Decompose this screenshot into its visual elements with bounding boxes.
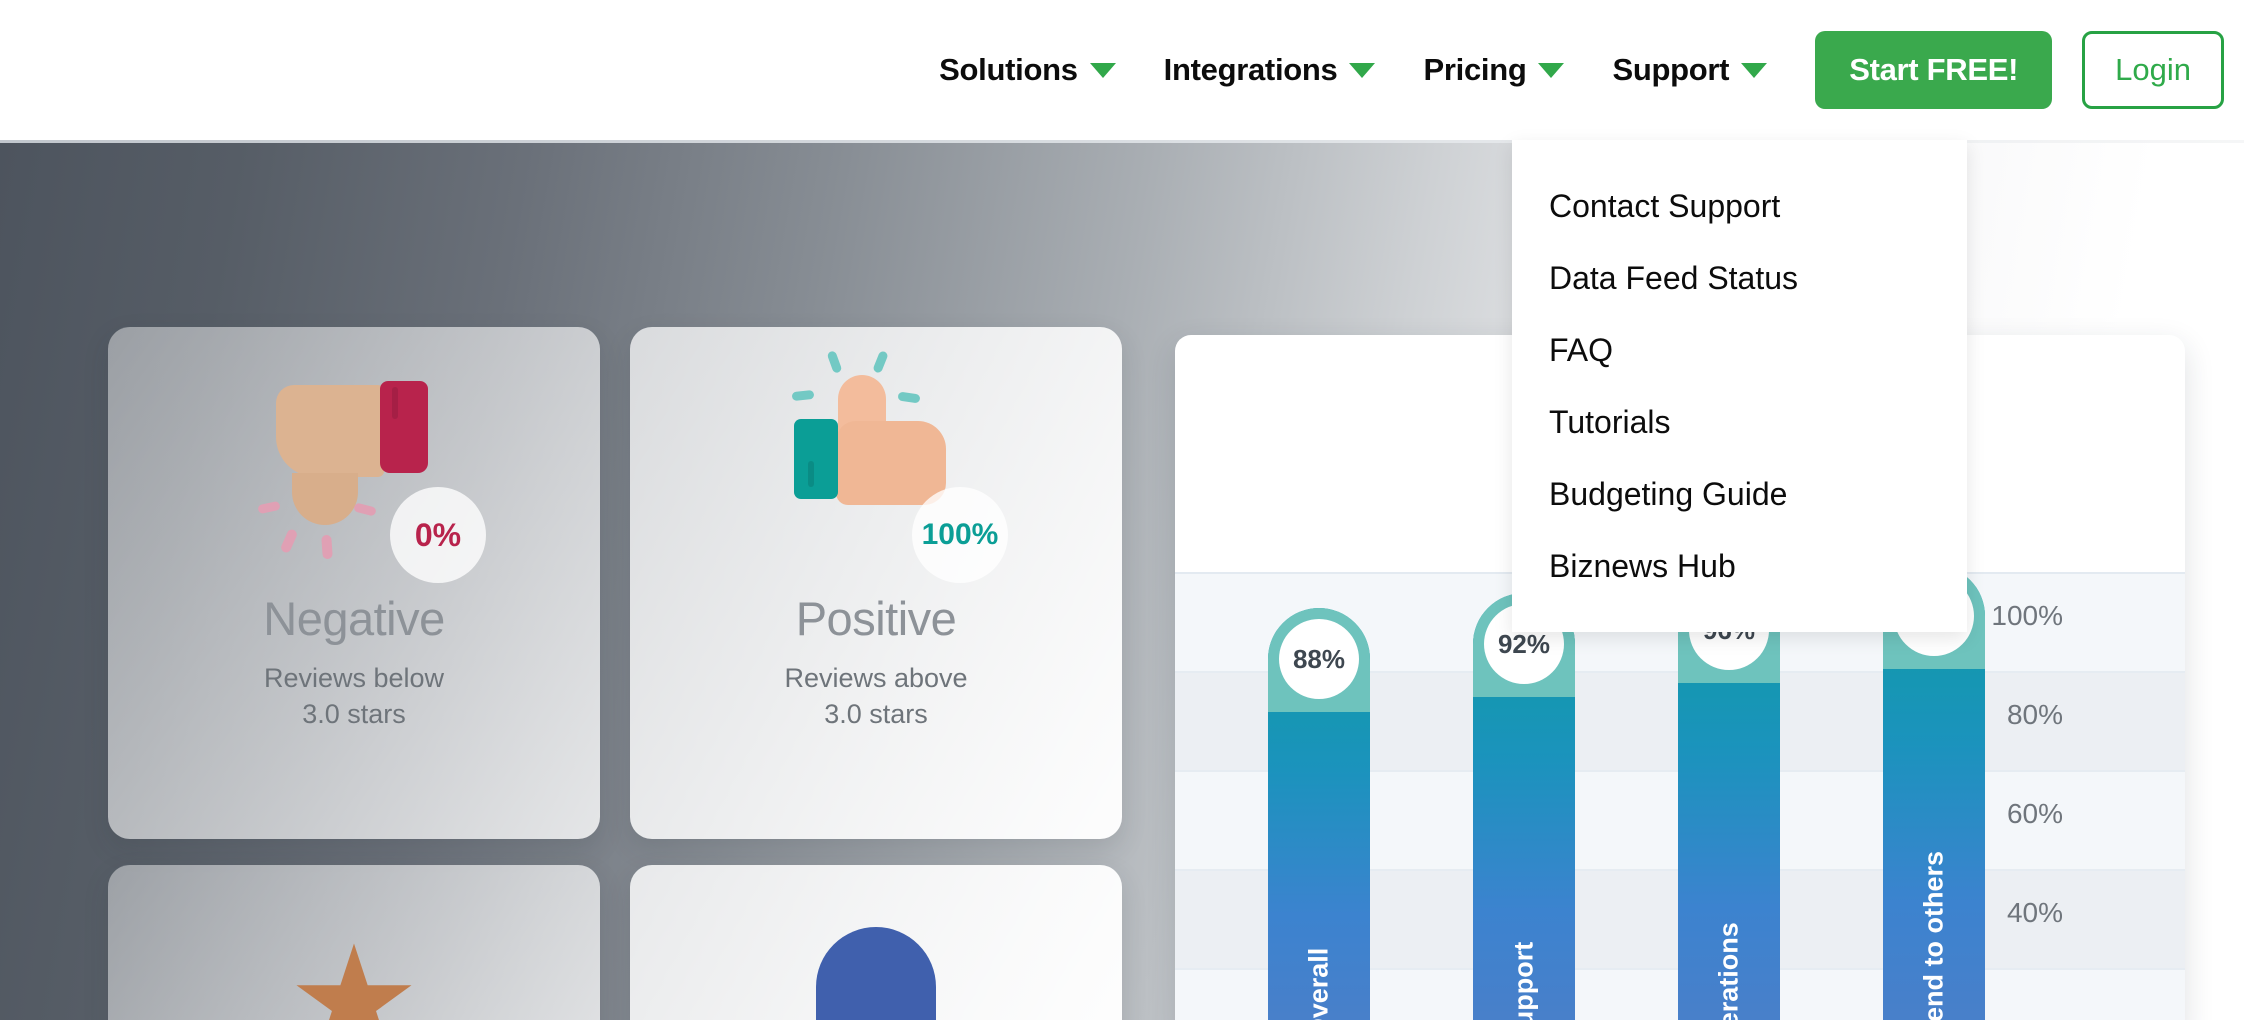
chevron-down-icon: [1089, 62, 1116, 78]
y-tick-label-40: 40%: [2006, 897, 2063, 928]
positive-subtitle-line1: Reviews above: [784, 663, 968, 693]
nav-item-label: Integrations: [1163, 52, 1338, 87]
dropdown-item-tutorials[interactable]: Tutorials: [1512, 386, 1967, 458]
nav-item-support[interactable]: Support: [1588, 52, 1791, 88]
y-tick-label-60: 60%: [2006, 798, 2063, 829]
chevron-down-icon: [1349, 62, 1376, 78]
negative-subtitle-line2: 3.0 stars: [302, 699, 406, 730]
dropdown-item-biznews-hub[interactable]: Biznews Hub: [1512, 530, 1967, 602]
card-bottom-left[interactable]: ★: [108, 865, 600, 1020]
chart-bar[interactable]: 92% Support: [1473, 593, 1575, 1020]
chart-bar[interactable]: 96% Operations: [1678, 579, 1780, 1020]
chart-bar-cap: 88%: [1268, 608, 1370, 712]
nav-item-label: Pricing: [1423, 52, 1527, 87]
top-navbar: Solutions Integrations Pricing Support S…: [0, 0, 2244, 140]
page-root: 0% Negative Reviews below 3.0 stars 100%…: [0, 0, 2244, 1020]
chart-bar-category-label: Overall: [1303, 947, 1334, 1020]
start-free-button[interactable]: Start FREE!: [1815, 31, 2053, 109]
dropdown-item-budgeting-guide[interactable]: Budgeting Guide: [1512, 458, 1967, 530]
login-button[interactable]: Login: [2082, 31, 2224, 109]
negative-icon-wrap: 0%: [224, 379, 486, 583]
positive-card-subtitle: Reviews above 3.0 stars: [784, 660, 967, 732]
card-negative[interactable]: 0% Negative Reviews below 3.0 stars: [108, 327, 600, 839]
nav-item-label: Solutions: [939, 52, 1078, 87]
negative-card-title: Negative: [263, 592, 445, 645]
y-tick-label-80: 80%: [2006, 699, 2063, 730]
chart-plot-area: 100% 80% 60% 40% 88% Overall 92% Support…: [1175, 565, 2185, 1020]
chart-bar[interactable]: 88% Overall: [1268, 608, 1370, 1020]
card-bottom-right[interactable]: [630, 865, 1122, 1020]
support-dropdown-menu: Contact Support Data Feed Status FAQ Tut…: [1512, 140, 1967, 632]
positive-subtitle-line2: 3.0 stars: [824, 699, 928, 730]
nav-item-integrations[interactable]: Integrations: [1140, 52, 1400, 88]
positive-card-title: Positive: [795, 592, 957, 645]
chart-bar-value-label: 88%: [1279, 619, 1359, 699]
chart-bar[interactable]: 100% Recommend to others: [1883, 565, 1985, 1020]
nav-item-label: Support: [1612, 52, 1730, 87]
dropdown-item-data-feed-status[interactable]: Data Feed Status: [1512, 242, 1967, 314]
negative-percent-badge: 0%: [390, 487, 486, 583]
chart-bar-category-label: Operations: [1713, 922, 1744, 1020]
chevron-down-icon: [1741, 62, 1768, 78]
positive-icon-wrap: 100%: [746, 350, 1008, 583]
star-icon: ★: [286, 916, 422, 1020]
negative-subtitle-line1: Reviews below: [263, 663, 445, 693]
y-tick-label-100: 100%: [1991, 600, 2063, 631]
nav-items: Solutions Integrations Pricing Support S…: [915, 31, 2224, 109]
pin-icon: [816, 927, 936, 1020]
sentiment-cards-area: 0% Negative Reviews below 3.0 stars 100%…: [0, 140, 1180, 1020]
nav-item-pricing[interactable]: Pricing: [1399, 52, 1588, 88]
dropdown-item-contact-support[interactable]: Contact Support: [1512, 170, 1967, 242]
card-positive[interactable]: 100% Positive Reviews above 3.0 stars: [630, 327, 1122, 839]
nav-item-solutions[interactable]: Solutions: [915, 52, 1140, 88]
negative-card-subtitle: Reviews below 3.0 stars: [264, 660, 444, 732]
chevron-down-icon: [1538, 62, 1565, 78]
chart-bar-category-label: Recommend to others: [1918, 850, 1949, 1020]
dropdown-item-faq[interactable]: FAQ: [1512, 314, 1967, 386]
chart-bar-category-label: Support: [1508, 941, 1539, 1020]
positive-percent-badge: 100%: [912, 487, 1008, 583]
